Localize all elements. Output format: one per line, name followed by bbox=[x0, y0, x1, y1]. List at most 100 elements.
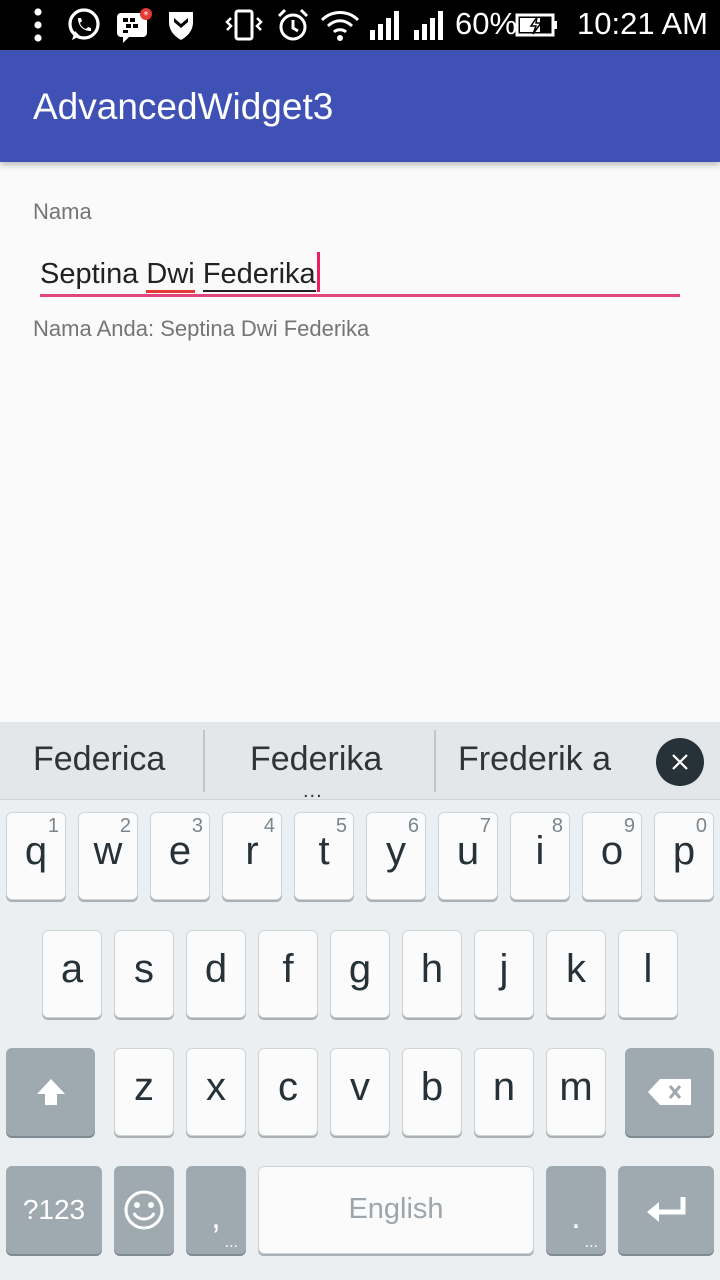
key-hint: 8 bbox=[551, 815, 563, 837]
key-d[interactable]: d bbox=[186, 930, 246, 1018]
key-p[interactable]: p0 bbox=[654, 812, 714, 900]
key-o[interactable]: o9 bbox=[582, 812, 642, 900]
key-x[interactable]: x bbox=[186, 1048, 246, 1136]
key-label: s bbox=[134, 947, 154, 991]
key-label: h bbox=[420, 947, 444, 991]
whatsapp-icon bbox=[64, 7, 104, 43]
text-caret bbox=[316, 252, 320, 292]
key-w[interactable]: w2 bbox=[78, 812, 138, 900]
key-label: l bbox=[643, 947, 653, 991]
key-g[interactable]: g bbox=[330, 930, 390, 1018]
input-word-1: Septina bbox=[40, 258, 147, 290]
key-label: c bbox=[278, 1065, 298, 1109]
status-bar: * 60% 10:21 AM bbox=[0, 0, 720, 50]
key-m[interactable]: m bbox=[546, 1048, 606, 1136]
nama-output-text: Nama Anda: Septina Dwi Federika bbox=[33, 316, 370, 341]
key-label: a bbox=[60, 947, 84, 991]
key-label: f bbox=[282, 947, 294, 991]
key-y[interactable]: y6 bbox=[366, 812, 426, 900]
space-key-label: English bbox=[348, 1193, 444, 1225]
key-label: g bbox=[348, 947, 372, 991]
input-word-2-misspelled: Dwi bbox=[146, 258, 195, 293]
key-hint: 6 bbox=[407, 815, 419, 837]
backspace-key[interactable] bbox=[625, 1048, 714, 1136]
key-h[interactable]: h bbox=[402, 930, 462, 1018]
emoji-key[interactable] bbox=[114, 1166, 174, 1254]
close-icon bbox=[672, 754, 688, 770]
suggestion-divider bbox=[203, 730, 205, 792]
suggestion-1[interactable]: Federica bbox=[33, 740, 165, 779]
signal-icon bbox=[366, 7, 406, 43]
key-hint: 7 bbox=[479, 815, 491, 837]
key-t[interactable]: t5 bbox=[294, 812, 354, 900]
period-more-dots: ... bbox=[584, 1234, 598, 1251]
battery-percent: 60% bbox=[455, 6, 518, 41]
key-q[interactable]: q1 bbox=[6, 812, 66, 900]
suggestion-3[interactable]: Frederik a bbox=[458, 740, 611, 779]
key-l[interactable]: l bbox=[618, 930, 678, 1018]
comma-more-dots: ... bbox=[224, 1234, 238, 1251]
shift-key[interactable] bbox=[6, 1048, 95, 1136]
shield-icon bbox=[164, 7, 198, 43]
key-j[interactable]: j bbox=[474, 930, 534, 1018]
wifi-icon bbox=[320, 7, 360, 43]
key-hint: 1 bbox=[47, 815, 59, 837]
key-i[interactable]: i8 bbox=[510, 812, 570, 900]
close-suggestions-button[interactable] bbox=[656, 738, 704, 786]
key-b[interactable]: b bbox=[402, 1048, 462, 1136]
key-label: x bbox=[206, 1065, 226, 1109]
battery-charging-icon bbox=[514, 7, 560, 43]
nama-input[interactable]: Septina Dwi Federika bbox=[40, 245, 680, 297]
key-label: v bbox=[350, 1065, 370, 1109]
key-c[interactable]: c bbox=[258, 1048, 318, 1136]
key-label: j bbox=[499, 947, 509, 991]
key-hint: 4 bbox=[263, 815, 275, 837]
key-e[interactable]: e3 bbox=[150, 812, 210, 900]
key-k[interactable]: k bbox=[546, 930, 606, 1018]
symbols-key[interactable]: ?123 bbox=[6, 1166, 102, 1254]
nama-input-value[interactable]: Septina Dwi Federika bbox=[40, 252, 320, 293]
key-label: k bbox=[566, 947, 586, 991]
space-key[interactable]: English bbox=[258, 1166, 534, 1254]
comma-key[interactable]: , ... bbox=[186, 1166, 246, 1254]
key-r[interactable]: r4 bbox=[222, 812, 282, 900]
key-a[interactable]: a bbox=[42, 930, 102, 1018]
shift-arrow-icon bbox=[36, 1079, 65, 1105]
key-z[interactable]: z bbox=[114, 1048, 174, 1136]
key-hint: 9 bbox=[623, 815, 635, 837]
key-s[interactable]: s bbox=[114, 930, 174, 1018]
symbols-key-label: ?123 bbox=[22, 1194, 86, 1225]
key-v[interactable]: v bbox=[330, 1048, 390, 1136]
app-title: AdvancedWidget3 bbox=[33, 86, 334, 127]
suggestion-more-dots: ... bbox=[303, 780, 323, 802]
soft-keyboard: Federica Federika ... Frederik a q1w2e3r… bbox=[0, 722, 720, 1280]
key-label: n bbox=[492, 1065, 516, 1109]
comma-key-label: , bbox=[211, 1197, 221, 1236]
overflow-menu-icon bbox=[28, 7, 48, 43]
key-u[interactable]: u7 bbox=[438, 812, 498, 900]
svg-text:*: * bbox=[144, 10, 149, 21]
alarm-icon bbox=[274, 7, 312, 43]
suggestion-divider bbox=[434, 730, 436, 792]
input-underline bbox=[40, 294, 680, 297]
period-key[interactable]: . ... bbox=[546, 1166, 606, 1254]
bbm-icon: * bbox=[114, 7, 154, 43]
key-f[interactable]: f bbox=[258, 930, 318, 1018]
app-bar: AdvancedWidget3 bbox=[0, 50, 720, 162]
key-label: d bbox=[204, 947, 228, 991]
suggestion-2[interactable]: Federika bbox=[250, 740, 382, 779]
vibrate-icon bbox=[224, 7, 264, 43]
key-hint: 0 bbox=[695, 815, 707, 837]
key-hint: 3 bbox=[191, 815, 203, 837]
enter-key[interactable] bbox=[618, 1166, 714, 1254]
key-label: z bbox=[134, 1065, 154, 1109]
key-hint: 5 bbox=[335, 815, 347, 837]
suggestion-strip: Federica Federika ... Frederik a bbox=[0, 722, 720, 802]
key-n[interactable]: n bbox=[474, 1048, 534, 1136]
backspace-icon bbox=[647, 1079, 691, 1105]
emoji-icon bbox=[124, 1190, 164, 1230]
key-label: m bbox=[559, 1065, 593, 1109]
key-label: b bbox=[420, 1065, 444, 1109]
key-hint: 2 bbox=[119, 815, 131, 837]
signal-icon-2 bbox=[410, 7, 450, 43]
